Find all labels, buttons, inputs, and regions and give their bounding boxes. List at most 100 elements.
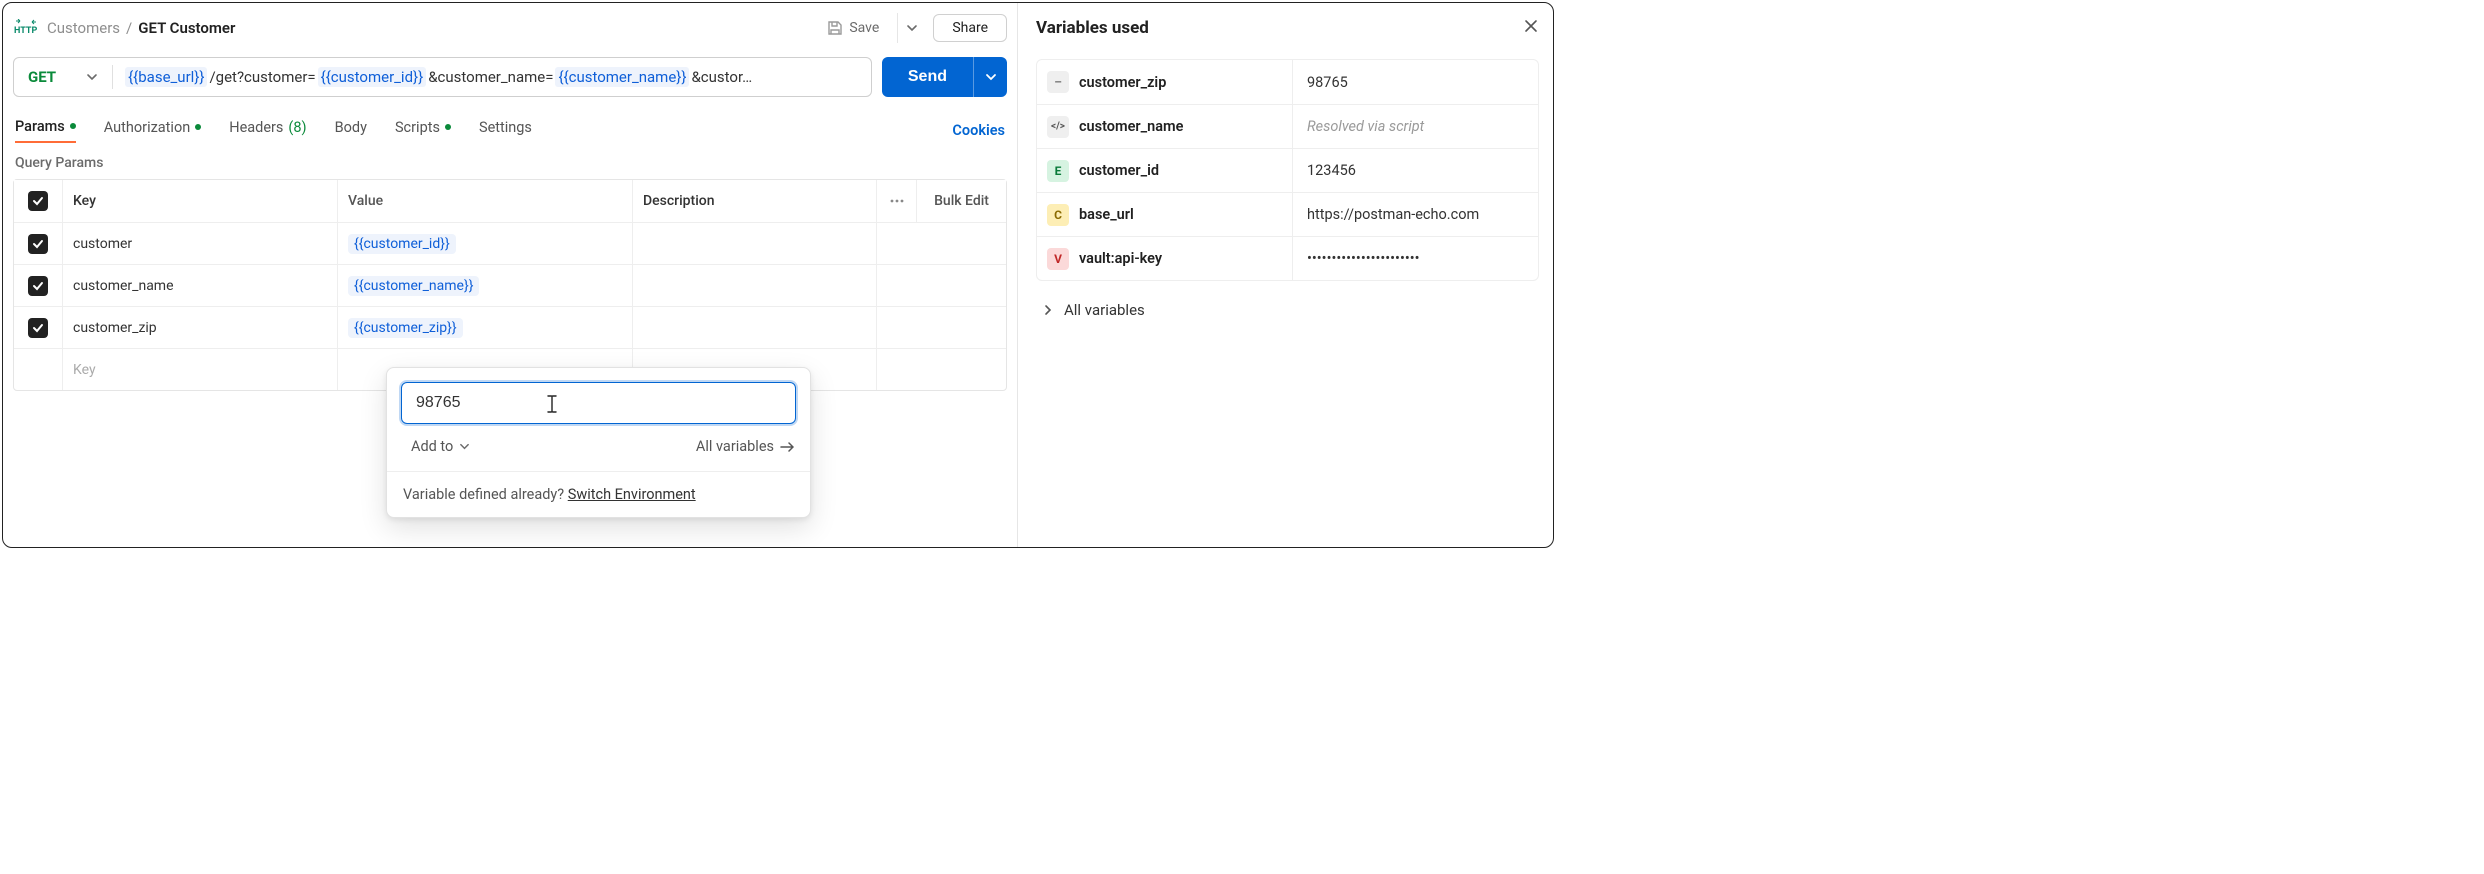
select-all-checkbox[interactable] [28,191,48,211]
variable-row[interactable]: </> customer_name Resolved via script [1037,104,1538,148]
url-input[interactable]: {{base_url}} /get?customer= {{customer_i… [113,67,764,87]
cookies-link[interactable]: Cookies [952,122,1005,139]
tab-authorization[interactable]: Authorization [104,119,201,142]
param-key[interactable]: customer [62,223,337,264]
switch-environment-link[interactable]: Switch Environment [568,486,696,503]
chevron-right-icon [1042,304,1054,316]
param-value[interactable]: {{customer_id}} [337,223,632,264]
variable-popup: Add to All variables Variable defined al… [386,367,811,518]
request-url-row: GET {{base_url}} /get?customer= {{custom… [13,57,1007,97]
method-label: GET [28,68,56,86]
breadcrumb-parent[interactable]: Customers [47,19,120,37]
url-token-var: {{customer_id}} [318,67,427,87]
headers-count: (8) [288,119,306,136]
send-button[interactable]: Send [882,57,973,97]
tab-params[interactable]: Params [15,118,76,143]
variable-value-input[interactable] [401,382,796,424]
url-token-text: /get?customer= [209,68,315,86]
tab-label: Authorization [104,119,190,136]
variable-pill: {{customer_zip}} [348,318,463,338]
more-icon [890,199,904,203]
status-dot-icon [70,123,76,129]
scope-badge-icon: C [1047,204,1069,226]
variable-row[interactable]: – customer_zip 98765 [1037,60,1538,104]
row-checkbox[interactable] [28,234,48,254]
col-key: Key [62,180,337,222]
variable-row[interactable]: C base_url https://postman-echo.com [1037,192,1538,236]
row-checkbox[interactable] [28,276,48,296]
add-to-label: Add to [411,438,453,455]
share-button[interactable]: Share [933,14,1007,42]
chevron-down-icon [985,71,997,83]
arrow-right-icon [780,442,794,452]
tab-headers[interactable]: Headers (8) [229,119,306,142]
all-variables-label: All variables [696,438,774,455]
tab-label: Params [15,118,65,135]
app-window: HTTP Customers / GET Customer Save Sh [2,2,1554,548]
variable-row[interactable]: V vault:api-key ••••••••••••••••••••••• [1037,236,1538,280]
send-group: Send [882,57,1007,97]
request-tabs: Params Authorization Headers (8) Body Sc… [13,115,1007,145]
param-value[interactable]: {{customer_name}} [337,265,632,306]
param-description[interactable] [632,265,876,306]
variable-value: ••••••••••••••••••••••• [1292,237,1538,280]
bulk-edit-link[interactable]: Bulk Edit [916,180,1006,222]
row-checkbox[interactable] [28,318,48,338]
url-token-text: &custor… [691,68,752,86]
variables-used-panel: Variables used – customer_zip 98765 </> … [1018,3,1553,547]
tab-body[interactable]: Body [335,119,367,142]
chevron-down-icon [459,441,470,452]
variables-table: – customer_zip 98765 </> customer_name R… [1036,59,1539,281]
variable-name: customer_zip [1079,60,1292,104]
tab-label: Scripts [395,119,440,136]
tab-settings[interactable]: Settings [479,119,532,142]
save-label: Save [849,20,879,36]
scope-badge-icon: – [1047,71,1069,93]
url-input-box: GET {{base_url}} /get?customer= {{custom… [13,57,872,97]
col-value: Value [337,180,632,222]
scope-badge-icon: </> [1047,116,1069,138]
variable-name: vault:api-key [1079,237,1292,280]
tab-scripts[interactable]: Scripts [395,119,451,142]
add-to-dropdown[interactable]: Add to [411,438,470,455]
breadcrumb: Customers / GET Customer [47,19,235,37]
table-row: customer_zip {{customer_zip}} [14,306,1006,348]
tab-label: Headers [229,119,283,136]
param-key[interactable]: customer_name [62,265,337,306]
scope-badge-icon: V [1047,248,1069,270]
param-key-input[interactable]: Key [62,349,337,390]
param-description[interactable] [632,307,876,348]
param-value[interactable]: {{customer_zip}} [337,307,632,348]
column-options[interactable] [876,180,916,222]
status-dot-icon [195,124,201,130]
param-key[interactable]: customer_zip [62,307,337,348]
col-description: Description [632,180,876,222]
all-variables-link[interactable]: All variables [696,438,794,455]
variable-name: base_url [1079,193,1292,236]
close-icon [1523,18,1539,34]
save-button[interactable]: Save [817,13,889,43]
all-variables-expand[interactable]: All variables [1036,281,1539,339]
footer-prompt: Variable defined already? [403,486,568,503]
variable-row[interactable]: E customer_id 123456 [1037,148,1538,192]
variable-value: Resolved via script [1292,105,1538,148]
close-panel-button[interactable] [1523,18,1539,38]
request-header: HTTP Customers / GET Customer Save Sh [13,11,1007,45]
chevron-down-icon [906,22,918,34]
save-dropdown[interactable] [897,13,925,43]
svg-text:HTTP: HTTP [14,26,37,36]
all-variables-label: All variables [1064,301,1145,319]
method-select[interactable]: GET [14,58,112,96]
table-row: customer_name {{customer_name}} [14,264,1006,306]
panel-title: Variables used [1036,18,1149,38]
query-params-heading: Query Params [13,155,1007,171]
send-dropdown[interactable] [973,57,1007,97]
chevron-down-icon [86,71,98,83]
url-token-var: {{base_url}} [125,67,207,87]
status-dot-icon [445,124,451,130]
table-row: customer {{customer_id}} [14,222,1006,264]
variable-name: customer_name [1079,105,1292,148]
url-token-var: {{customer_name}} [555,67,689,87]
param-description[interactable] [632,223,876,264]
breadcrumb-current: GET Customer [138,19,235,37]
